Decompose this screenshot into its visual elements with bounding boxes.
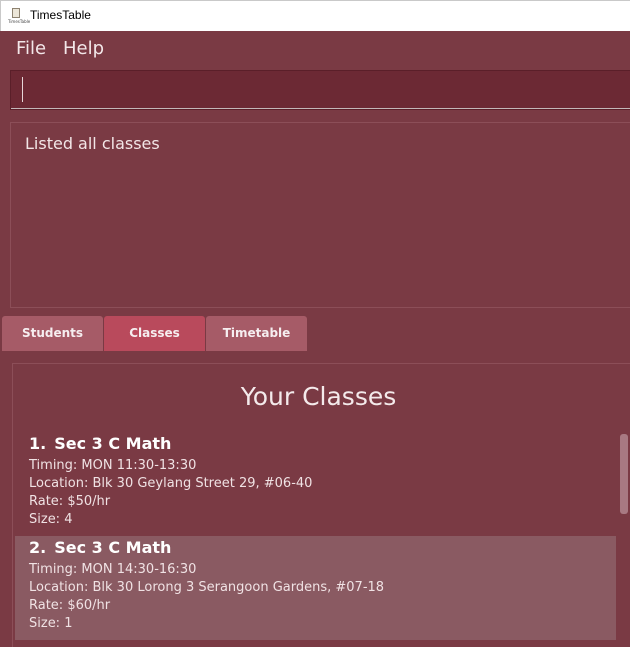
class-location: Location: Blk 30 Geylang Street 29, #06-… bbox=[29, 476, 313, 491]
class-name: Sec 3 C Math bbox=[54, 538, 172, 557]
app-icon: TimesTable bbox=[8, 8, 30, 25]
command-input[interactable] bbox=[10, 70, 630, 110]
class-rate: Rate: $60/hr bbox=[29, 598, 111, 613]
app-page-glyph bbox=[12, 8, 20, 18]
classes-scrollbar[interactable] bbox=[620, 434, 628, 514]
result-display: Listed all classes bbox=[10, 122, 630, 308]
menu-file[interactable]: File bbox=[16, 38, 46, 59]
class-timing: Timing: MON 14:30-16:30 bbox=[29, 562, 197, 577]
class-title: 1. Sec 3 C Math bbox=[29, 434, 171, 453]
classes-heading: Your Classes bbox=[240, 382, 397, 411]
title-bar: TimesTable TimesTable bbox=[0, 0, 630, 31]
class-index: 1. bbox=[29, 434, 47, 453]
tab-timetable[interactable]: Timetable bbox=[206, 316, 307, 351]
class-size: Size: 4 bbox=[29, 512, 73, 527]
class-index: 2. bbox=[29, 538, 47, 557]
class-card[interactable]: 1. Sec 3 C Math Timing: MON 11:30-13:30 L… bbox=[15, 432, 616, 536]
menu-bar: File Help bbox=[0, 31, 630, 65]
app-icon-caption: TimesTable bbox=[8, 19, 31, 24]
class-timing: Timing: MON 11:30-13:30 bbox=[29, 458, 197, 473]
class-rate: Rate: $50/hr bbox=[29, 494, 111, 509]
class-size: Size: 1 bbox=[29, 616, 73, 631]
tab-bar: Students Classes Timetable bbox=[0, 316, 630, 352]
result-message: Listed all classes bbox=[25, 134, 160, 153]
class-name: Sec 3 C Math bbox=[54, 434, 172, 453]
menu-help[interactable]: Help bbox=[63, 38, 104, 59]
class-card[interactable]: 2. Sec 3 C Math Timing: MON 14:30-16:30 L… bbox=[15, 536, 616, 640]
window-title: TimesTable bbox=[30, 8, 91, 22]
class-title: 2. Sec 3 C Math bbox=[29, 538, 171, 557]
tab-classes[interactable]: Classes bbox=[104, 316, 205, 351]
text-caret bbox=[22, 77, 23, 102]
class-location: Location: Blk 30 Lorong 3 Serangoon Gard… bbox=[29, 580, 385, 595]
tab-students[interactable]: Students bbox=[2, 316, 103, 351]
